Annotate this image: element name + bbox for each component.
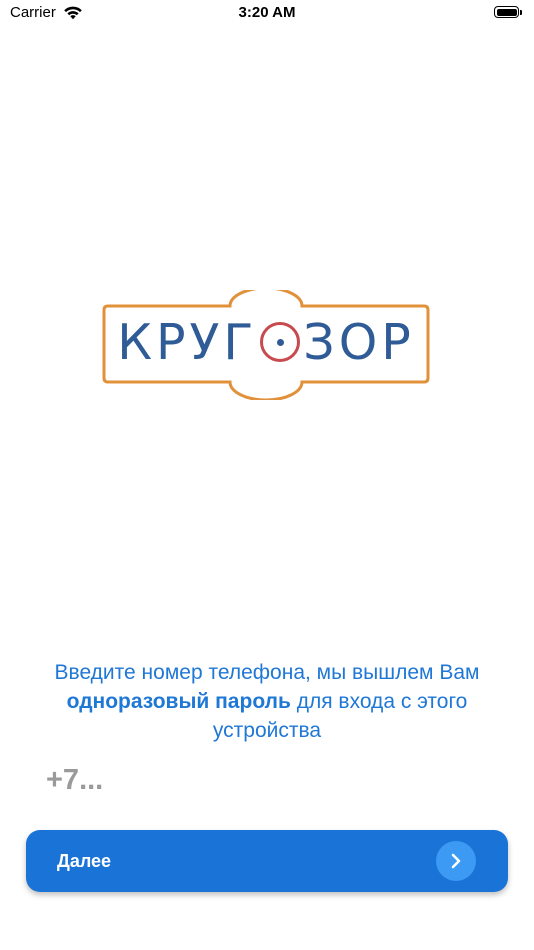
chevron-right-icon (436, 841, 476, 881)
status-time: 3:20 AM (238, 4, 296, 21)
next-button[interactable]: Далее (26, 830, 508, 892)
logo-text-left: КРУГ (117, 313, 258, 371)
prompt-part1: Введите номер телефона, мы вышлем Вам (54, 661, 480, 684)
logo-wordmark: КРУГ ЗОР (102, 312, 430, 372)
logo-text-right: ЗОР (303, 313, 415, 371)
app-logo: КРУГ ЗОР (102, 290, 430, 400)
phone-input[interactable] (46, 760, 486, 800)
next-button-label: Далее (57, 850, 112, 871)
logo-ring-icon (260, 322, 301, 362)
status-bar: Carrier 3:20 AM (0, 0, 534, 28)
battery-icon (494, 6, 524, 20)
phone-prompt: Введите номер телефона, мы вышлем Вам од… (16, 658, 518, 745)
prompt-bold: одноразовый пароль (66, 690, 291, 713)
